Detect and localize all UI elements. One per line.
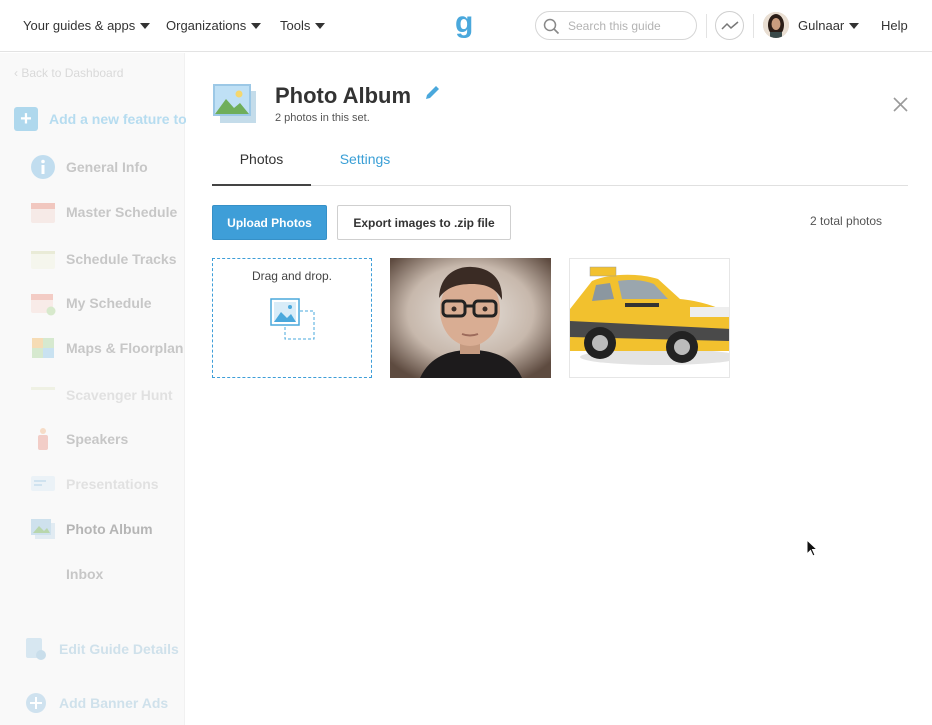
upload-photos-button[interactable]: Upload Photos	[212, 205, 327, 240]
sidebar-item-label: Maps & Floorplan	[66, 340, 184, 356]
calendar-icon	[31, 203, 55, 223]
add-feature-button[interactable]: + Add a new feature to	[14, 107, 187, 131]
speaker-icon	[38, 428, 48, 450]
page-title: Photo Album	[275, 83, 412, 108]
sidebar-item-label: Master Schedule	[66, 204, 178, 220]
add-banner-ads-link[interactable]: Add Banner Ads	[24, 689, 168, 717]
photo-dropzone[interactable]: Drag and drop.	[212, 258, 372, 378]
user-menu[interactable]: Gulnaar	[798, 18, 860, 33]
edit-title-icon[interactable]	[424, 85, 440, 101]
sidebar-item-speakers[interactable]: Speakers	[30, 425, 128, 453]
search-input[interactable]	[568, 17, 688, 34]
sidebar-item-label: Presentations	[66, 476, 159, 492]
sidebar-item-label: Speakers	[66, 431, 129, 447]
tab-bar: Photos Settings	[212, 148, 908, 186]
close-icon[interactable]	[893, 97, 908, 112]
sidebar-item-presentations[interactable]: Presentations	[30, 470, 159, 498]
add-banner-label: Add Banner Ads	[59, 695, 169, 711]
back-label: Back to Dashboard	[21, 66, 124, 80]
activity-button[interactable]	[715, 11, 744, 40]
tab-settings[interactable]: Settings	[311, 151, 419, 186]
sidebar-item-inbox[interactable]: Inbox	[30, 560, 103, 588]
sidebar-item-label: Scavenger Hunt	[66, 387, 173, 403]
photo-thumbnail-portrait[interactable]	[390, 258, 551, 378]
plus-icon: +	[14, 107, 38, 131]
map-icon	[32, 338, 54, 358]
edit-guide-details-link[interactable]: Edit Guide Details	[24, 635, 179, 663]
guidebook-logo-icon[interactable]: g	[453, 8, 479, 40]
edit-guide-label: Edit Guide Details	[59, 641, 179, 657]
help-link[interactable]: Help	[881, 18, 908, 33]
edit-guide-icon	[26, 638, 46, 660]
search-box	[535, 11, 697, 40]
photo-album-panel: Photo Album 2 photos in this set. Photos…	[186, 53, 932, 725]
nav-divider	[706, 14, 707, 38]
info-icon	[31, 155, 55, 179]
hunt-icon	[31, 387, 55, 390]
photo-album-icon	[213, 84, 256, 123]
photo-thumbnail-taxi[interactable]	[569, 258, 730, 378]
sidebar-item-label: Photo Album	[66, 521, 153, 537]
sidebar-item-maps[interactable]: Maps & Floorplan	[30, 334, 183, 362]
svg-text:g: g	[455, 8, 473, 39]
guides-apps-menu[interactable]: Your guides & apps	[23, 18, 151, 33]
presentation-icon	[31, 476, 55, 491]
photo-count-subtitle: 2 photos in this set.	[275, 112, 370, 124]
user-name: Gulnaar	[798, 18, 845, 33]
search-icon	[543, 18, 560, 35]
sidebar-item-photo-album[interactable]: Photo Album	[30, 515, 153, 543]
top-nav-bar: Your guides & apps Organizations Tools g	[0, 0, 932, 52]
organizations-label: Organizations	[166, 18, 247, 33]
help-label: Help	[881, 18, 908, 33]
sidebar: ‹ Back to Dashboard + Add a new feature …	[0, 53, 187, 725]
sidebar-item-label: General Info	[66, 159, 148, 175]
sidebar-item-label: My Schedule	[66, 295, 152, 311]
chevron-down-icon	[849, 22, 860, 29]
image-upload-icon	[270, 298, 315, 340]
sidebar-item-schedule-tracks[interactable]: Schedule Tracks	[30, 245, 177, 273]
dropzone-label: Drag and drop.	[251, 269, 333, 283]
tools-label: Tools	[280, 18, 311, 33]
mouse-cursor-icon	[806, 539, 818, 557]
sidebar-item-scavenger-hunt[interactable]: Scavenger Hunt	[30, 381, 173, 409]
activity-icon	[721, 21, 739, 30]
nav-divider	[753, 14, 754, 38]
back-to-dashboard-link[interactable]: ‹ Back to Dashboard	[14, 66, 123, 80]
sidebar-item-my-schedule[interactable]: My Schedule	[30, 289, 152, 317]
photo-album-icon	[31, 519, 55, 539]
guides-apps-label: Your guides & apps	[23, 18, 136, 33]
sidebar-item-general-info[interactable]: General Info	[30, 153, 148, 181]
export-zip-button[interactable]: Export images to .zip file	[337, 205, 511, 240]
tools-menu[interactable]: Tools	[280, 18, 326, 33]
inbox-icon	[30, 561, 56, 587]
sidebar-item-label: Schedule Tracks	[66, 251, 177, 267]
chevron-down-icon	[315, 22, 326, 29]
add-feature-label: Add a new feature to	[49, 111, 187, 127]
add-banner-icon	[26, 693, 46, 713]
sidebar-item-master-schedule[interactable]: Master Schedule	[30, 198, 177, 226]
total-photos-count: 2 total photos	[810, 214, 883, 228]
sidebar-item-label: Inbox	[66, 566, 104, 582]
organizations-menu[interactable]: Organizations	[166, 18, 262, 33]
chevron-down-icon	[251, 22, 262, 29]
chevron-down-icon	[140, 22, 151, 29]
avatar[interactable]	[763, 12, 789, 38]
calendar-check-icon	[31, 294, 56, 316]
tab-photos[interactable]: Photos	[212, 151, 311, 186]
tracks-icon	[31, 251, 55, 269]
